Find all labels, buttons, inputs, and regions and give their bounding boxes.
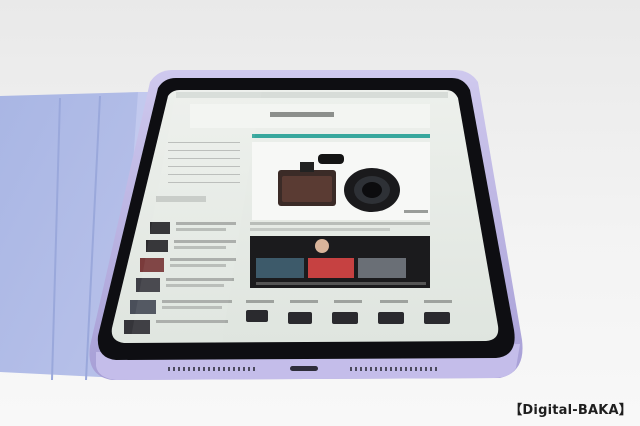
photo-scene <box>0 0 640 426</box>
usb-c-port <box>290 366 318 371</box>
watermark-text: 【Digital-BAKA】 <box>509 403 632 418</box>
accent-bar <box>252 134 430 138</box>
embedded-video <box>250 236 430 288</box>
article-hero-image <box>252 142 430 220</box>
